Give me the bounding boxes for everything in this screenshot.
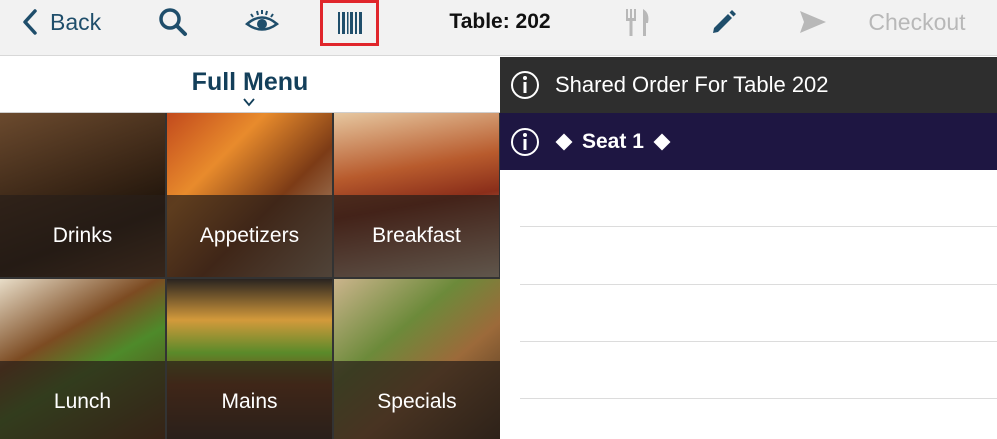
category-label: Specials [377,390,457,413]
category-tile-appetizers[interactable]: Appetizers [167,113,332,277]
send-button[interactable] [795,0,831,44]
menu-header[interactable]: Full Menu [0,57,500,113]
category-tile-breakfast[interactable]: Breakfast [334,113,499,277]
barcode-scan-button[interactable] [320,0,379,46]
list-divider [520,398,997,399]
category-tile-lunch[interactable]: Lunch [0,279,165,439]
search-button[interactable] [155,0,191,44]
shared-order-header[interactable]: Shared Order For Table 202 [500,57,997,113]
checkout-button[interactable]: Checkout [862,0,972,44]
diamond-icon [653,133,671,150]
edit-button[interactable] [706,0,742,44]
category-label: Appetizers [199,224,300,247]
seat-row[interactable]: Seat 1 [500,113,997,170]
view-button[interactable] [243,0,281,44]
category-label: Mains [221,390,278,413]
chevron-left-icon [23,9,37,35]
order-item-list [500,170,997,439]
list-divider [520,341,997,342]
fork-knife-icon [626,9,649,36]
chevron-down-icon [243,98,255,107]
shared-order-title: Shared Order For Table 202 [555,72,829,97]
back-label: Back [50,8,102,35]
category-tile-mains[interactable]: Mains [167,279,332,439]
list-divider [520,226,997,227]
eye-icon [245,10,279,31]
category-label: Lunch [53,390,112,413]
category-tile-drinks[interactable]: Drinks [0,113,165,277]
list-divider [520,284,997,285]
info-icon[interactable] [510,70,540,100]
back-button[interactable]: Back [22,0,122,44]
pencil-icon [713,10,736,33]
diamond-icon [555,133,573,150]
send-icon [800,11,826,33]
category-label: Breakfast [372,224,461,247]
table-title: Table: 202 [449,10,551,33]
search-icon [159,8,187,36]
info-icon[interactable] [510,127,540,157]
barcode-icon [337,12,362,34]
seat-label: Seat 1 [582,129,644,153]
category-grid: Drinks Appetizers Breakfast Lunch Mains … [0,113,500,439]
top-toolbar: Back Table: 202 Checkout [0,0,997,56]
menu-title: Full Menu [191,68,309,96]
category-tile-specials[interactable]: Specials [334,279,500,439]
fork-knife-button[interactable] [620,0,656,44]
category-label: Drinks [52,224,113,247]
